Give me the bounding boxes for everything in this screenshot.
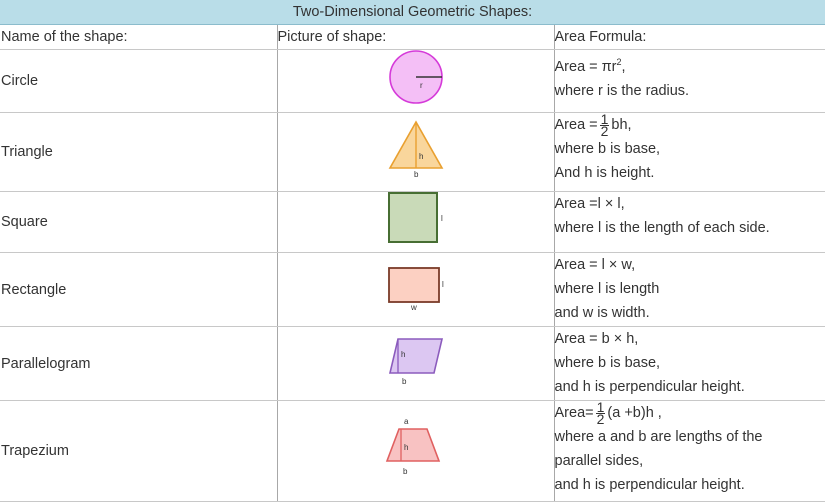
formula-note: where b is base, <box>555 351 825 375</box>
formula-note: where r is the radius. <box>555 79 825 103</box>
area-formula: Area = b × h, where b is base, and h is … <box>554 327 825 401</box>
formula-note: where b is base, <box>555 137 825 161</box>
trapezium-shape: a h b <box>385 415 447 479</box>
shapes-table: Name of the shape: Picture of shape: Are… <box>0 25 825 502</box>
base-label: b <box>414 170 419 178</box>
circle-shape: r <box>386 50 446 104</box>
base-label: b <box>403 467 408 476</box>
formula-note: and w is width. <box>555 301 825 325</box>
formula-note: where l is length <box>555 277 825 301</box>
top-side-label: a <box>404 417 409 426</box>
shape-picture: l <box>277 192 554 253</box>
shape-name: Trapezium <box>0 401 277 502</box>
formula-note: And h is height. <box>555 161 825 185</box>
area-formula: Area =l × l, where l is the length of ea… <box>554 192 825 253</box>
shape-name: Rectangle <box>0 253 277 327</box>
parallelogram-shape: h b <box>386 335 446 385</box>
header-picture: Picture of shape: <box>277 25 554 50</box>
table-row: Square l Area =l × l, where l is the len… <box>0 192 825 253</box>
formula-note: and h is perpendicular height. <box>555 375 825 399</box>
formula-note: where a and b are lengths of the <box>555 425 825 449</box>
shape-name: Parallelogram <box>0 327 277 401</box>
header-row: Name of the shape: Picture of shape: Are… <box>0 25 825 50</box>
formula-note: and h is perpendicular height. <box>555 473 825 497</box>
formula-note: where l is the length of each side. <box>555 216 825 240</box>
table-row: Circle r Area = πr2, where r is the radi… <box>0 50 825 113</box>
triangle-shape: h b <box>386 118 446 178</box>
formula-line: Area =l × l, <box>555 192 825 216</box>
area-formula: Area =12bh, where b is base, And h is he… <box>554 113 825 192</box>
shape-picture: h b <box>277 327 554 401</box>
square-shape: l <box>383 192 449 244</box>
height-label: h <box>419 152 423 161</box>
side-label: l <box>441 214 443 223</box>
formula-line: Area = l × w, <box>555 253 825 277</box>
length-label: l <box>442 280 444 289</box>
table-title: Two-Dimensional Geometric Shapes: <box>0 0 825 25</box>
height-label: h <box>401 350 405 359</box>
base-label: b <box>402 377 407 385</box>
table-row: Rectangle l w Area = l × w, where l is l… <box>0 253 825 327</box>
area-formula: Area=12(a +b)h , where a and b are lengt… <box>554 401 825 502</box>
shape-picture: a h b <box>277 401 554 502</box>
header-formula: Area Formula: <box>554 25 825 50</box>
shapes-sheet: Two-Dimensional Geometric Shapes: Name o… <box>0 0 825 484</box>
shape-name: Triangle <box>0 113 277 192</box>
shape-name: Square <box>0 192 277 253</box>
area-formula: Area = πr2, where r is the radius. <box>554 50 825 113</box>
formula-note: parallel sides, <box>555 449 825 473</box>
height-label: h <box>404 443 408 452</box>
rectangle-shape: l w <box>383 262 449 310</box>
fraction: 12 <box>600 114 610 137</box>
shape-picture: h b <box>277 113 554 192</box>
formula-line: Area = πr2, <box>555 50 825 79</box>
formula-line: Area = b × h, <box>555 327 825 351</box>
shape-name: Circle <box>0 50 277 113</box>
formula-line: Area =12bh, <box>555 113 825 137</box>
area-formula: Area = l × w, where l is length and w is… <box>554 253 825 327</box>
table-row: Triangle h b Area =12bh, where b is base… <box>0 113 825 192</box>
formula-line: Area=12(a +b)h , <box>555 401 825 425</box>
width-label: w <box>410 303 417 310</box>
header-name: Name of the shape: <box>0 25 277 50</box>
table-row: Trapezium a h b Area=12(a +b)h , where a… <box>0 401 825 502</box>
fraction: 12 <box>596 402 606 425</box>
shape-picture: l w <box>277 253 554 327</box>
radius-label: r <box>420 81 423 90</box>
shape-picture: r <box>277 50 554 113</box>
table-row: Parallelogram h b Area = b × h, where b … <box>0 327 825 401</box>
